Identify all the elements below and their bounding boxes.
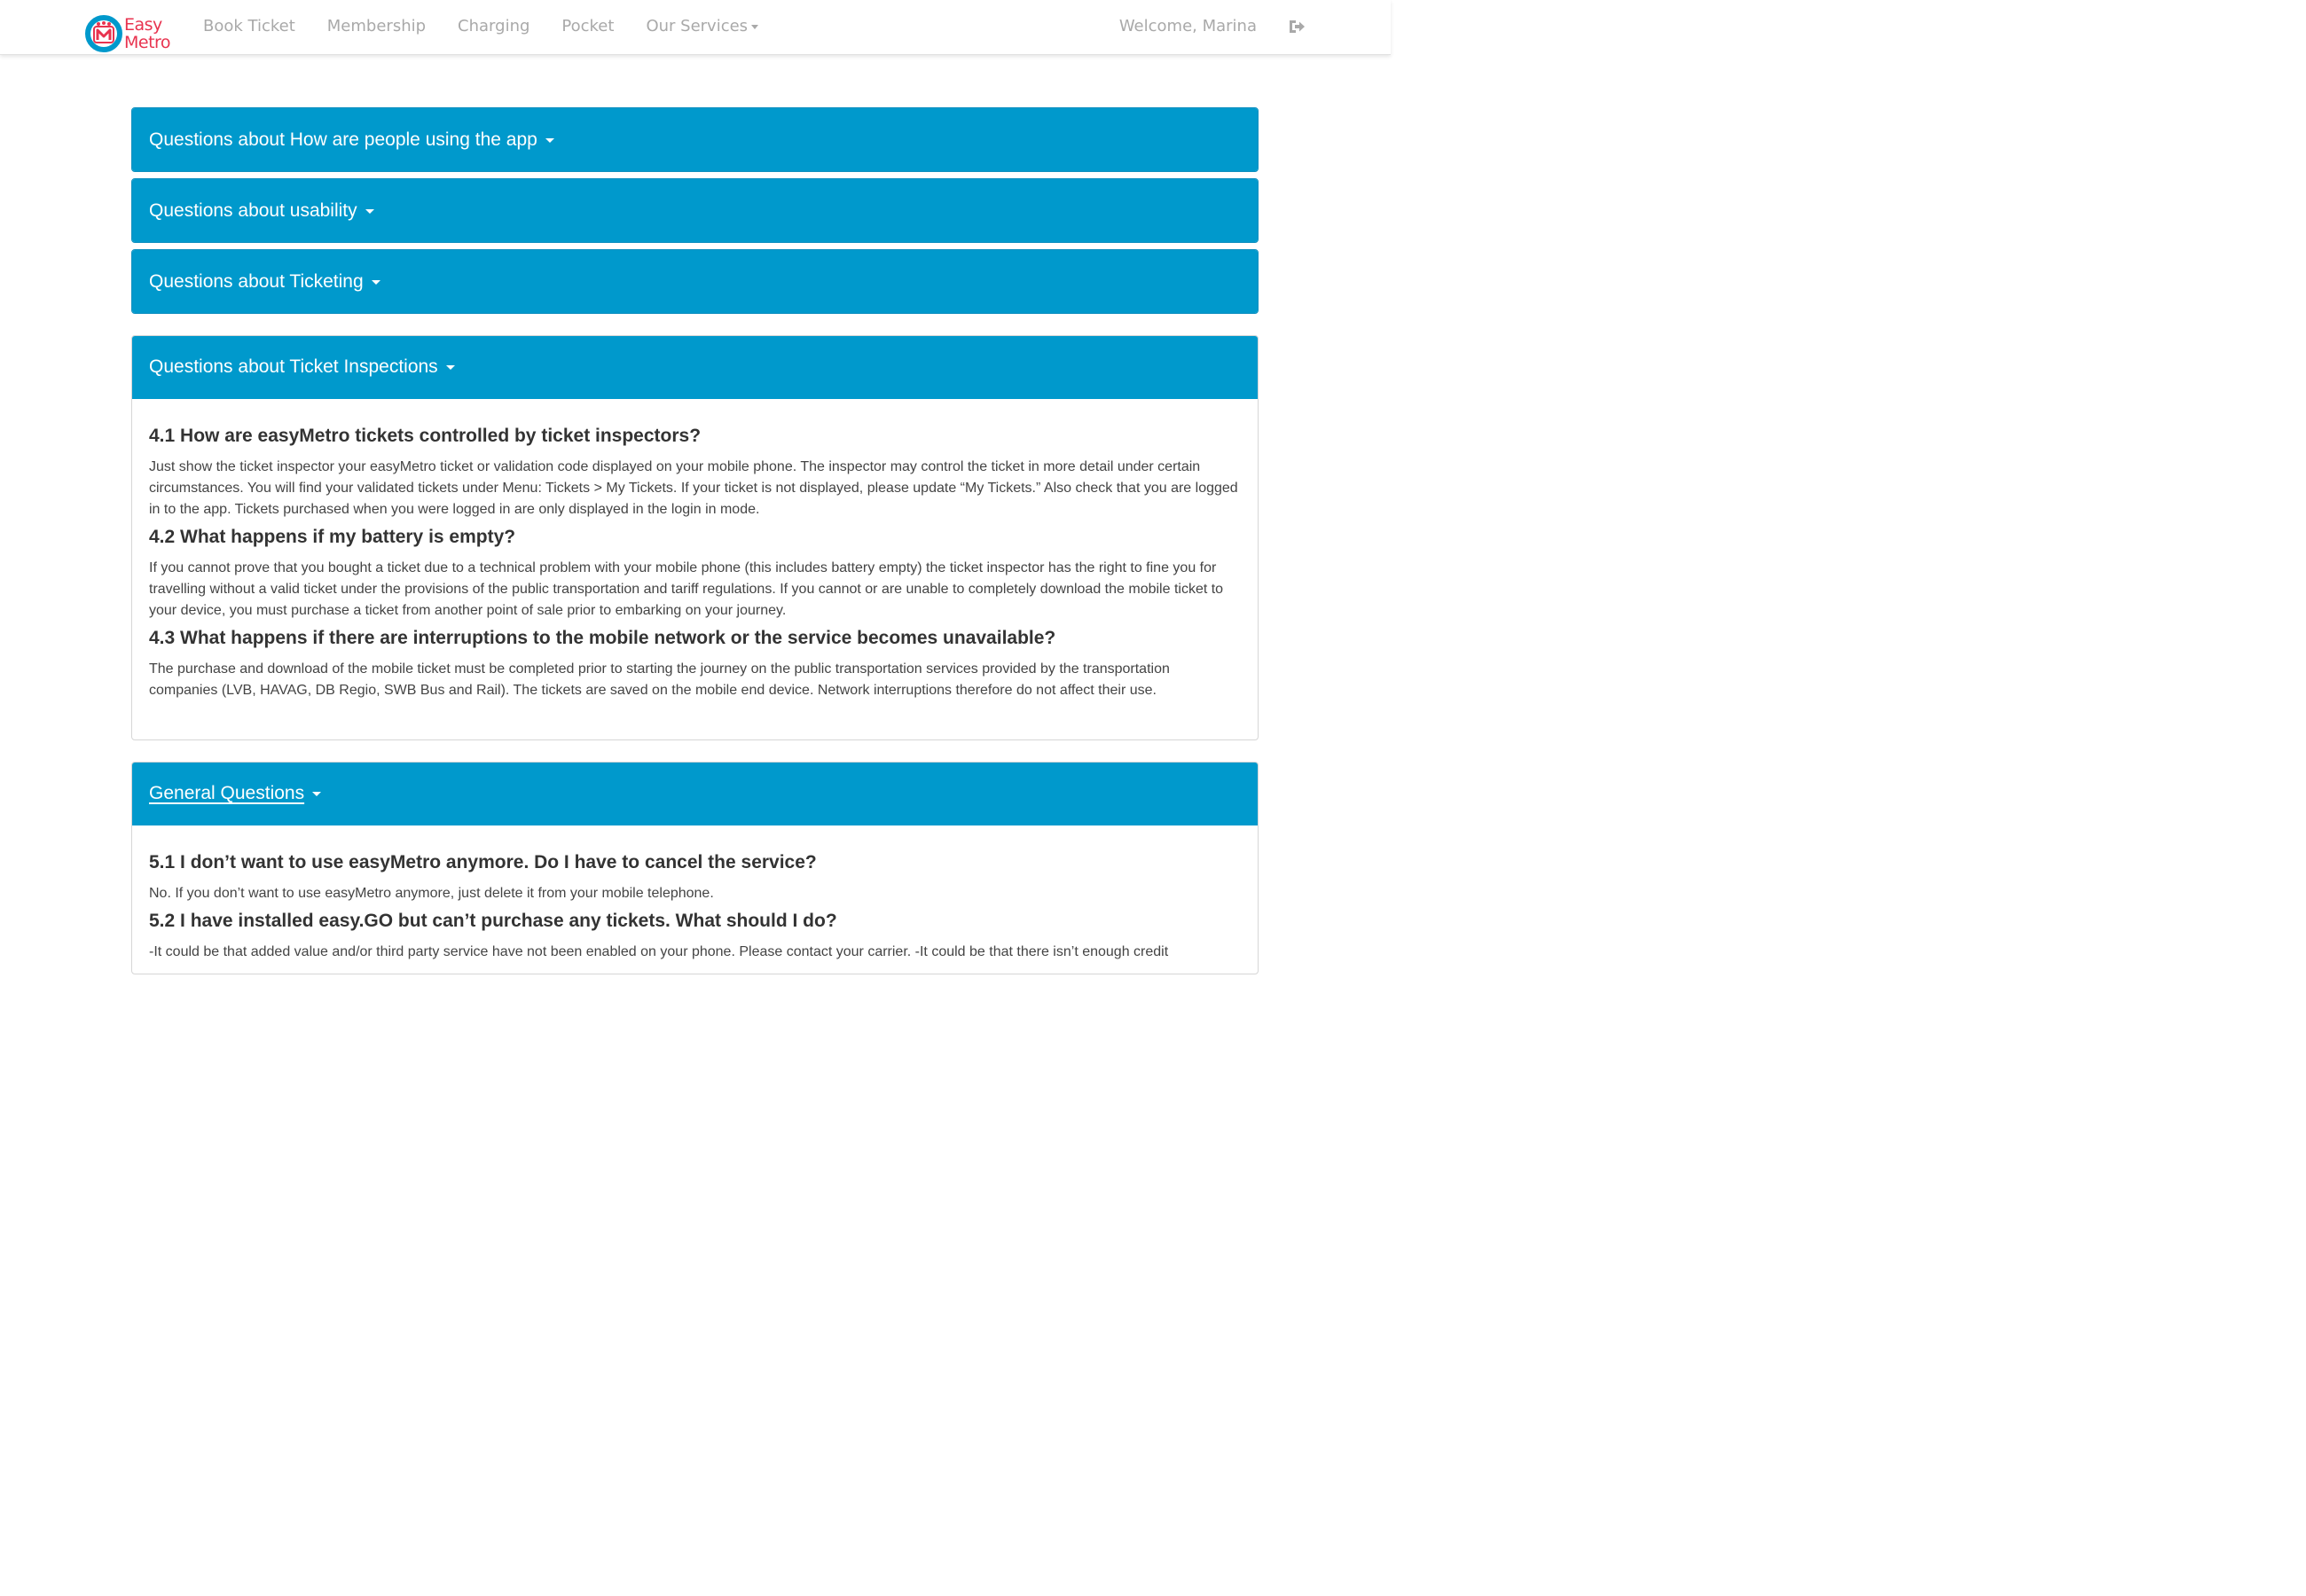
- caret-down-icon: [365, 208, 374, 214]
- faq-question: 4.1 How are easyMetro tickets controlled…: [149, 426, 702, 446]
- caret-down-icon: [545, 137, 554, 143]
- metro-logo-icon: [85, 15, 122, 52]
- faq-answer: The purchase and download of the mobile …: [149, 661, 1170, 698]
- main-nav: Book Ticket Membership Charging Pocket O…: [203, 16, 790, 37]
- faq-section-body: 5.1 I don’t want to use easyMetro anymor…: [132, 825, 1258, 974]
- faq-section-header[interactable]: Questions about Ticket Inspections: [132, 336, 1258, 399]
- faq-section-title: Questions about Ticketing: [149, 271, 364, 292]
- nav-our-services-label: Our Services: [646, 17, 749, 35]
- faq-section-header[interactable]: Questions about How are people using the…: [132, 108, 1258, 171]
- faq-question: 4.2 What happens if my battery is empty?: [149, 527, 516, 547]
- caret-down-icon: [371, 279, 380, 285]
- faq-section-header[interactable]: Questions about Ticketing: [132, 250, 1258, 313]
- sign-out-icon[interactable]: [1288, 18, 1306, 35]
- faq-answer: Just show the ticket inspector your easy…: [149, 459, 1238, 517]
- easymetro-logo[interactable]: Easy Metro: [84, 14, 182, 57]
- nav-our-services-dropdown[interactable]: Our Services: [646, 16, 759, 37]
- faq-question: 5.2 I have installed easy.GO but can’t p…: [149, 911, 837, 931]
- brand-line-2: Metro: [124, 33, 171, 52]
- welcome-user: Welcome, Marina: [1118, 17, 1257, 35]
- faq-question: 4.3 What happens if there are interrupti…: [149, 628, 1056, 648]
- faq-section-header[interactable]: General Questions: [132, 763, 1258, 825]
- nav-membership[interactable]: Membership: [327, 16, 426, 37]
- nav-charging[interactable]: Charging: [458, 16, 529, 37]
- faq-section-title: Questions about usability: [149, 200, 357, 221]
- brand-line-1: Easy: [124, 15, 162, 35]
- caret-down-icon: [445, 364, 455, 370]
- faq-section-title: Questions about How are people using the…: [149, 129, 537, 150]
- faq-section-ticket-inspections: Questions about Ticket Inspections 4.1 H…: [131, 335, 1259, 740]
- faq-section-ticketing: Questions about Ticketing: [131, 249, 1259, 314]
- top-navbar: Easy Metro Book Ticket Membership Chargi…: [0, 0, 1391, 55]
- nav-book-ticket[interactable]: Book Ticket: [203, 16, 295, 37]
- faq-section-header[interactable]: Questions about usability: [132, 179, 1258, 242]
- brand-wordmark: Easy Metro: [124, 15, 171, 52]
- faq-question: 5.1 I don’t want to use easyMetro anymor…: [149, 852, 817, 872]
- faq-answer: -It could be that added value and/or thi…: [149, 944, 1169, 959]
- faq-section-app-usage: Questions about How are people using the…: [131, 107, 1259, 172]
- faq-section-title: General Questions: [149, 783, 305, 803]
- faq-section-title: Questions about Ticket Inspections: [149, 356, 438, 377]
- faq-section-usability: Questions about usability: [131, 178, 1259, 243]
- caret-down-icon: [751, 24, 759, 29]
- faq-section-general: General Questions 5.1 I don’t want to us…: [131, 762, 1259, 974]
- caret-down-icon: [312, 791, 322, 796]
- faq-answer: If you cannot prove that you bought a ti…: [149, 560, 1224, 618]
- faq-section-body: 4.1 How are easyMetro tickets controlled…: [132, 399, 1258, 727]
- nav-pocket[interactable]: Pocket: [561, 16, 614, 37]
- faq-answer: No. If you don’t want to use easyMetro a…: [149, 886, 714, 901]
